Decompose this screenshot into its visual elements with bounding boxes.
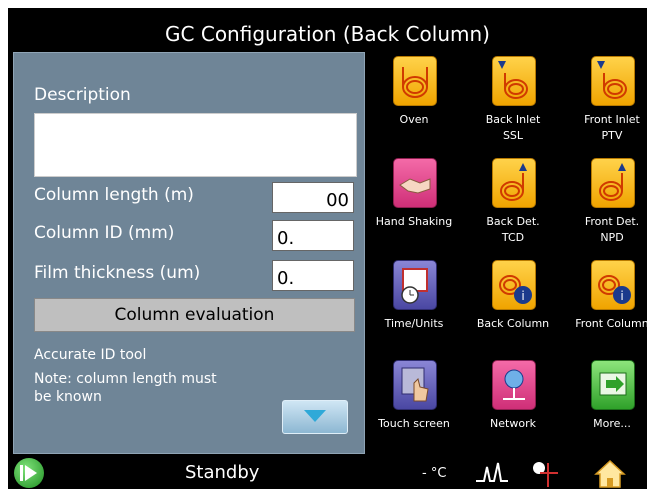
tile-hand-shaking[interactable]: Hand Shaking [371,158,457,258]
tile-label: Back Det. TCD [486,215,540,244]
column-length-input[interactable]: 00 [272,182,354,213]
front-detector-icon [591,158,635,208]
back-detector-icon [492,158,536,208]
tile-front-detector[interactable]: Front Det. NPD [569,158,652,258]
tile-label: Back Column [476,317,550,330]
touch-hand-icon [393,360,437,410]
back-column-info-icon: i [492,260,536,310]
front-column-info-icon: i [591,260,635,310]
column-id-label: Column ID (mm) [34,223,175,243]
scroll-down-button[interactable] [282,400,348,434]
chromatogram-icon[interactable] [474,459,510,485]
tile-label: Time/Units [384,317,444,330]
column-evaluation-button[interactable]: Column evaluation [34,298,355,332]
tile-more[interactable]: More... [569,360,652,460]
home-icon[interactable] [594,459,626,489]
arrow-right-icon [591,360,635,410]
description-input[interactable] [34,113,357,177]
page-title: GC Configuration (Back Column) [165,22,490,46]
back-inlet-icon [492,56,536,106]
note-line-2: be known [34,389,102,405]
svg-text:i: i [521,289,524,303]
front-inlet-icon [591,56,635,106]
tile-label: Touch screen [378,417,450,430]
column-config-panel: Description Column length (m) 00 Column … [13,52,365,454]
column-id-input[interactable]: 0. [272,220,354,251]
triangle-down-icon [304,410,326,422]
temperature-readout: - °C [422,466,447,481]
calendar-clock-icon [393,260,437,310]
column-length-label: Column length (m) [34,185,194,205]
gc-screen: GC Configuration (Back Column) Descripti… [8,8,649,489]
tile-label: Front Column [575,317,649,330]
svg-text:i: i [620,289,623,303]
tile-network[interactable]: Network [470,360,556,460]
start-run-button[interactable] [14,458,44,488]
tile-back-inlet[interactable]: Back Inlet SSL [470,56,556,156]
tile-label: Front Inlet PTV [584,113,640,142]
tile-front-column[interactable]: i Front Column [569,260,652,360]
tile-time-units[interactable]: Time/Units [371,260,457,360]
tile-touch-screen[interactable]: Touch screen [371,360,457,460]
settings-tools-icon[interactable] [530,459,564,487]
tile-label: Network [490,417,536,430]
note-line-1: Note: column length must [34,371,217,387]
status-text: Standby [185,462,260,483]
description-label: Description [34,85,131,105]
tile-oven[interactable]: Oven [371,56,457,156]
network-icon [492,360,536,410]
accurate-id-tool-text: Accurate ID tool [34,347,147,363]
tile-back-detector[interactable]: Back Det. TCD [470,158,556,258]
status-bar: Standby - °C [8,456,647,489]
oven-coil-icon [393,56,437,106]
film-thickness-label: Film thickness (um) [34,263,201,283]
tile-label: Hand Shaking [375,215,453,228]
tile-label: More... [593,417,631,430]
tile-label: Front Det. NPD [584,215,640,244]
tile-back-column[interactable]: i Back Column [470,260,556,360]
tile-front-inlet[interactable]: Front Inlet PTV [569,56,652,156]
film-thickness-input[interactable]: 0. [272,260,354,291]
handshake-icon [393,158,437,208]
tile-label: Back Inlet SSL [485,113,541,142]
play-icon [20,465,37,481]
tile-label: Oven [399,113,429,126]
